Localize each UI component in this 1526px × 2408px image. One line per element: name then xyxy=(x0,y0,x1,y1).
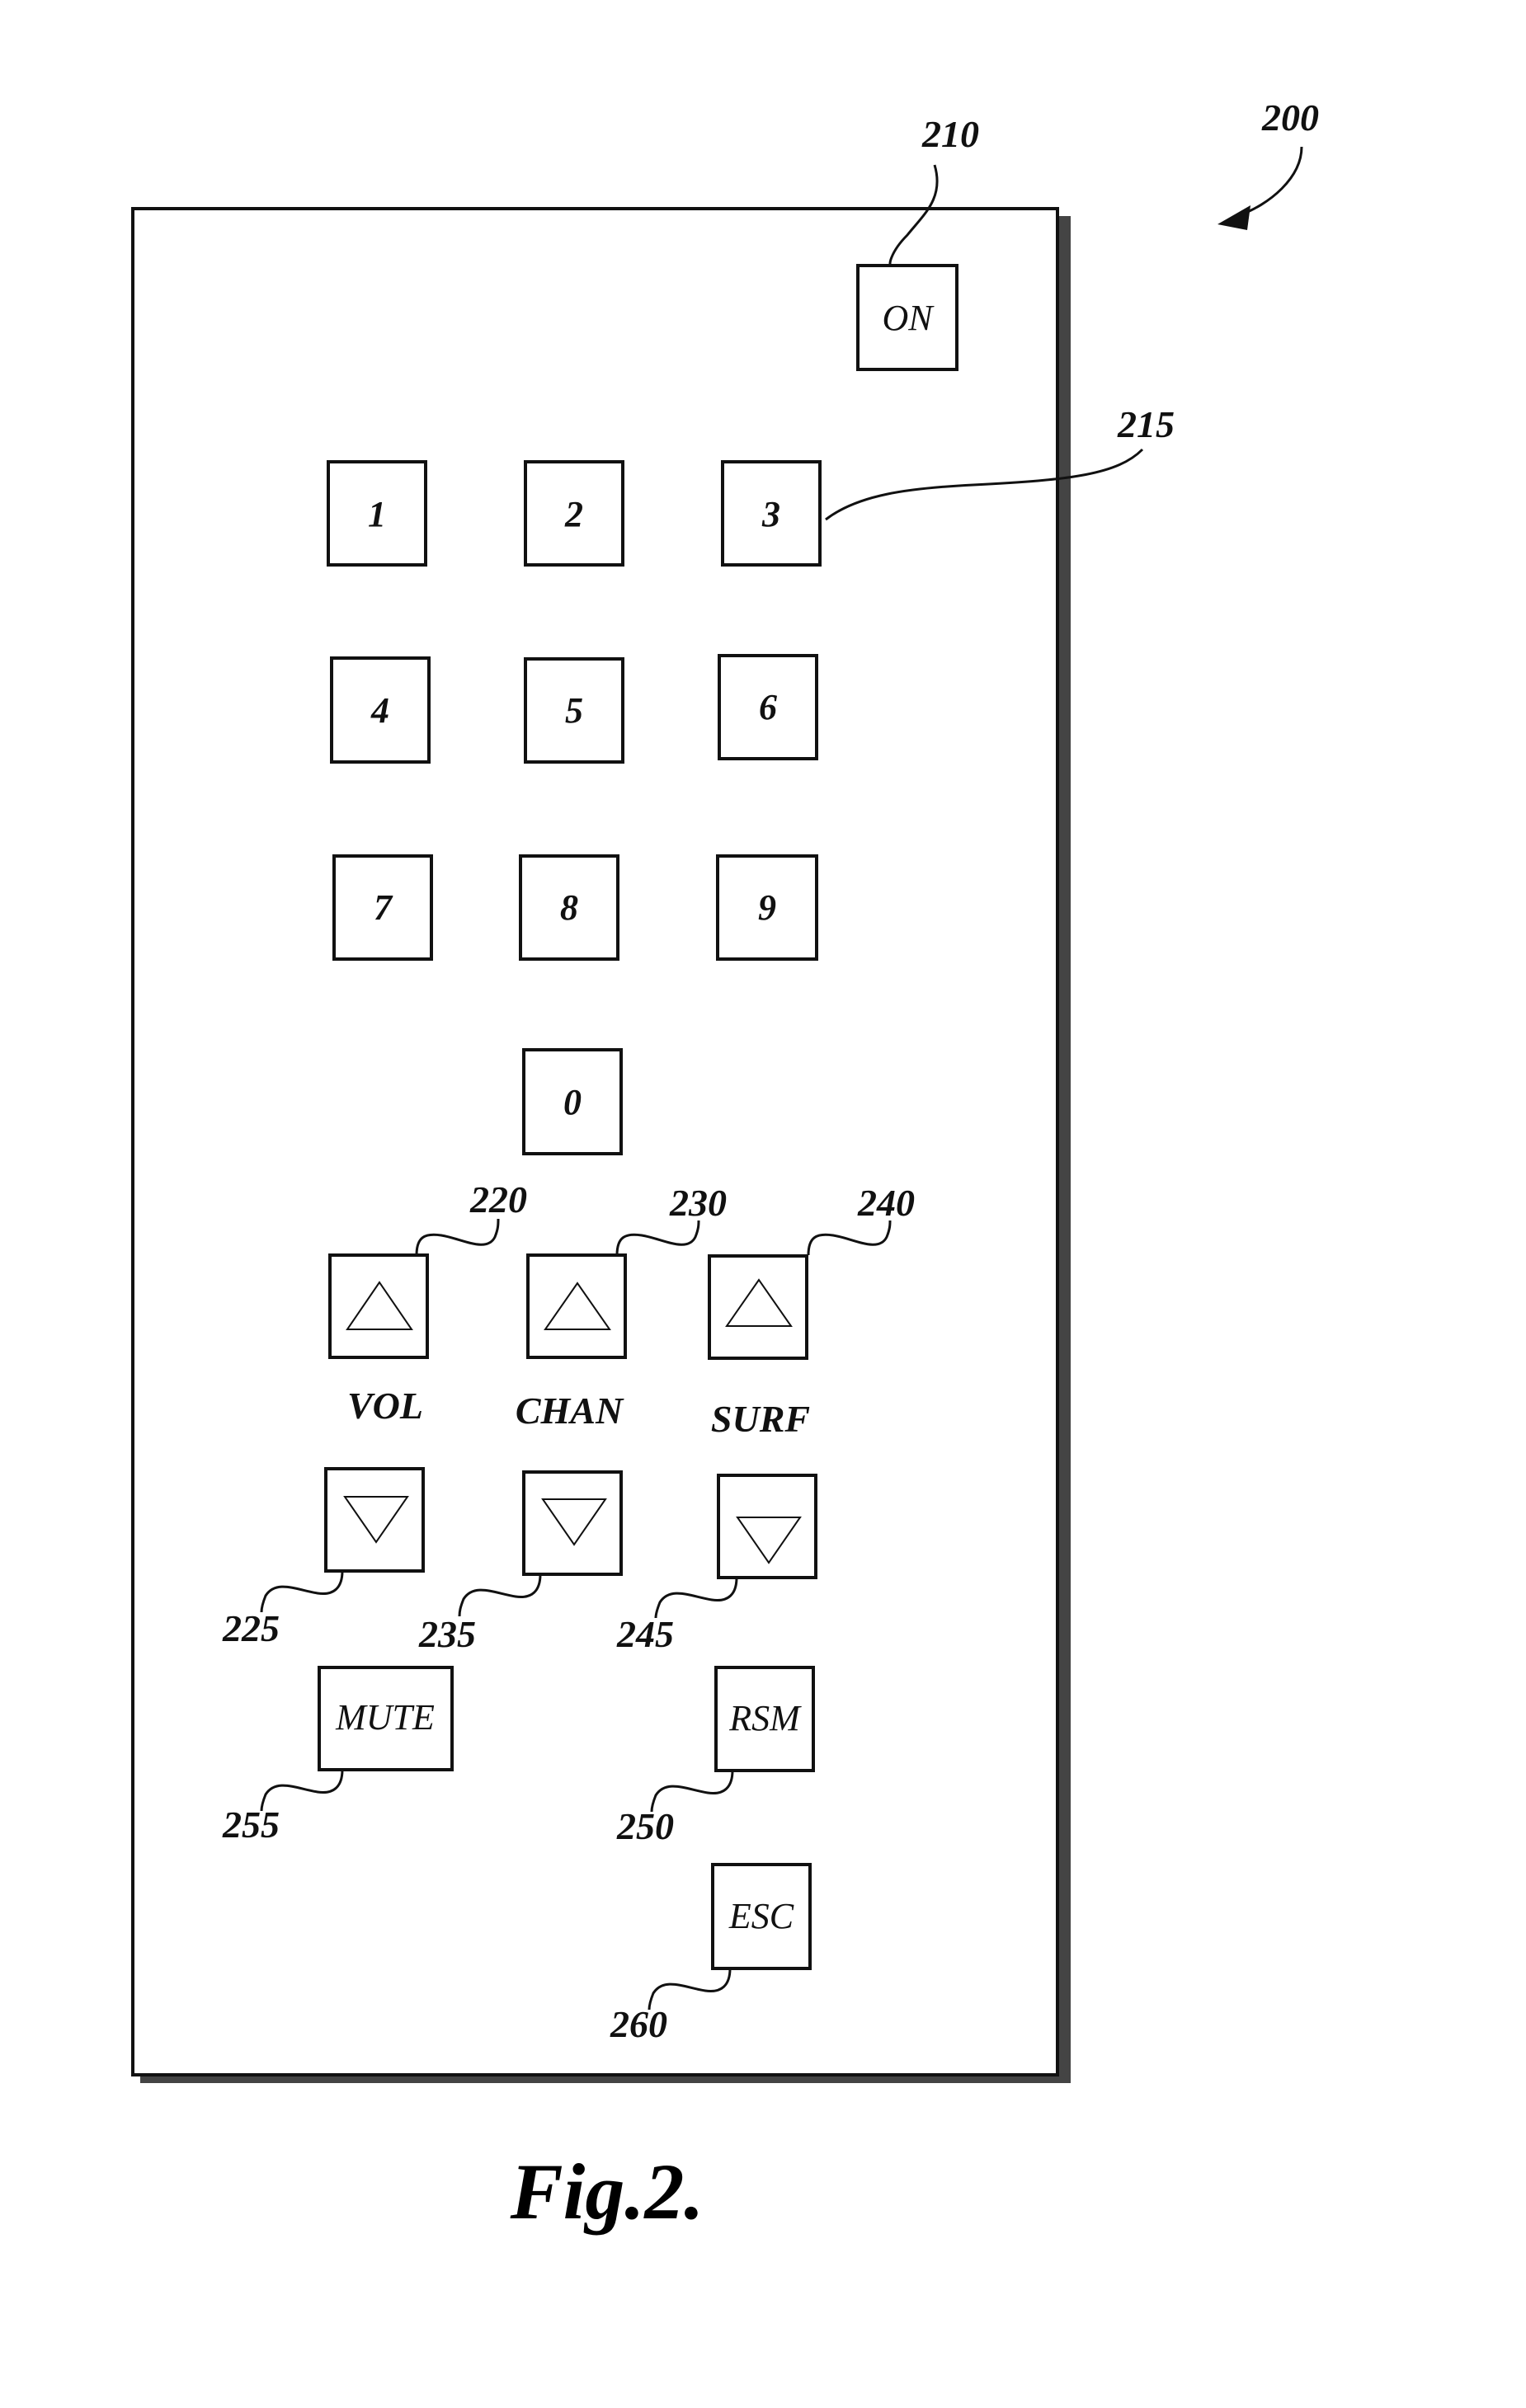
digit-key-4-label: 4 xyxy=(370,690,389,731)
volume-down-button[interactable] xyxy=(324,1467,425,1573)
mute-button-label: MUTE xyxy=(335,1697,435,1738)
digit-key-2[interactable]: 2 xyxy=(524,460,624,567)
remote-control-figure: 200 ON 210 1 2 3 4 5 6 7 8 9 0 215 220 2… xyxy=(131,96,1319,2236)
on-button[interactable]: ON xyxy=(856,264,958,371)
digit-key-2-label: 2 xyxy=(564,494,583,534)
surf-down-button[interactable] xyxy=(717,1474,817,1579)
digit-key-6-label: 6 xyxy=(759,687,777,727)
ref-200-arrow-line xyxy=(1236,146,1303,218)
volume-label: VOL xyxy=(347,1385,423,1427)
digit-key-5[interactable]: 5 xyxy=(524,657,624,764)
channel-up-button[interactable] xyxy=(526,1253,627,1359)
digit-key-9-label: 9 xyxy=(758,887,776,928)
digit-key-8-label: 8 xyxy=(560,887,578,928)
ref-230: 230 xyxy=(669,1182,727,1224)
digit-key-8[interactable]: 8 xyxy=(519,854,619,961)
ref-240: 240 xyxy=(857,1182,915,1224)
channel-label: CHAN xyxy=(516,1390,624,1432)
digit-key-1-label: 1 xyxy=(368,494,386,534)
figure-caption: Fig.2. xyxy=(510,2147,704,2236)
digit-key-7[interactable]: 7 xyxy=(332,854,433,961)
digit-key-7-label: 7 xyxy=(374,887,393,928)
digit-key-3-label: 3 xyxy=(761,494,780,534)
ref-200-arrowhead-icon xyxy=(1218,205,1250,230)
ref-235: 235 xyxy=(418,1613,476,1655)
resume-button[interactable]: RSM xyxy=(714,1666,815,1772)
digit-key-6[interactable]: 6 xyxy=(718,654,818,760)
on-button-label: ON xyxy=(882,298,935,338)
digit-key-4[interactable]: 4 xyxy=(330,656,431,764)
digit-key-0[interactable]: 0 xyxy=(522,1048,623,1155)
digit-key-1[interactable]: 1 xyxy=(327,460,427,567)
digit-key-3[interactable]: 3 xyxy=(721,460,822,567)
ref-255: 255 xyxy=(222,1804,280,1846)
channel-down-button[interactable] xyxy=(522,1470,623,1576)
ref-210: 210 xyxy=(921,113,979,155)
ref-215: 215 xyxy=(1117,403,1175,445)
resume-button-label: RSM xyxy=(728,1698,802,1738)
digit-key-5-label: 5 xyxy=(565,690,583,731)
surf-label: SURF xyxy=(711,1398,810,1440)
escape-button[interactable]: ESC xyxy=(711,1863,812,1970)
ref-250: 250 xyxy=(616,1805,674,1847)
surf-up-button[interactable] xyxy=(708,1254,808,1360)
ref-200: 200 xyxy=(1261,96,1319,139)
ref-225: 225 xyxy=(222,1607,280,1649)
escape-button-label: ESC xyxy=(728,1896,794,1936)
mute-button[interactable]: MUTE xyxy=(318,1666,454,1771)
digit-key-9[interactable]: 9 xyxy=(716,854,818,961)
ref-245: 245 xyxy=(616,1613,674,1655)
ref-220: 220 xyxy=(469,1178,527,1220)
ref-260: 260 xyxy=(610,2003,667,2045)
volume-up-button[interactable] xyxy=(328,1253,429,1359)
digit-key-0-label: 0 xyxy=(563,1082,582,1122)
